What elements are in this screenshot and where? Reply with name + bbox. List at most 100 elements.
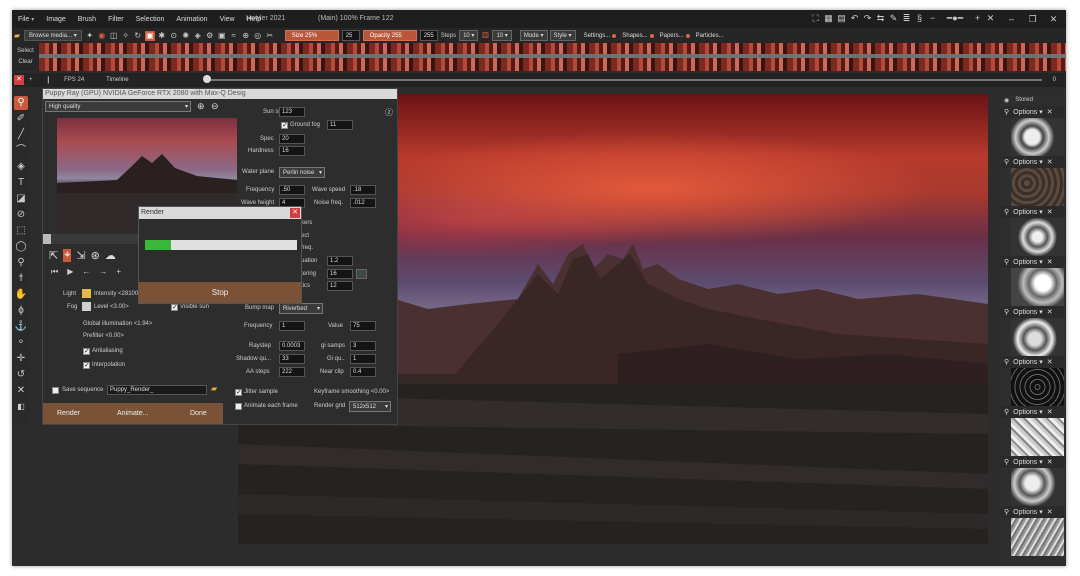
gi-samps-input[interactable]: 3 xyxy=(350,341,376,351)
shapes-button[interactable]: Shapes... xyxy=(622,33,647,39)
plus-icon[interactable]: + xyxy=(972,13,983,24)
frequency-input[interactable]: .50 xyxy=(279,185,305,195)
save-sequence-checkbox[interactable] xyxy=(52,387,59,394)
options-dropdown[interactable]: Options ▾ xyxy=(1013,508,1043,516)
zoom-slider[interactable]: ━●━ xyxy=(940,13,970,24)
opacity-input[interactable]: 255 xyxy=(419,30,438,41)
options-dropdown[interactable]: Options ▾ xyxy=(1013,308,1043,316)
text-tool-icon[interactable]: T xyxy=(14,176,28,190)
ground-fog-checkbox[interactable] xyxy=(281,121,288,129)
onion-icon[interactable]: ┃ xyxy=(47,77,51,84)
menu-image[interactable]: Image xyxy=(40,16,71,23)
lock-icon[interactable]: ◫ xyxy=(109,31,119,41)
options-row[interactable]: ⚲ Options ▾ ✕ xyxy=(1001,106,1066,118)
pin-icon[interactable]: ⚲ xyxy=(1004,108,1009,116)
steps2-dropdown[interactable]: 10 ▾ xyxy=(492,30,512,41)
mode-dropdown[interactable]: Mode ▾ xyxy=(519,30,548,41)
options-dropdown[interactable]: Options ▾ xyxy=(1013,108,1043,116)
shadow-input[interactable]: 33 xyxy=(279,354,305,364)
close-icon[interactable]: ✕ xyxy=(1047,408,1053,416)
color-swatch-icon[interactable]: ◧ xyxy=(14,400,28,414)
curve-tool-icon[interactable]: ⌒ xyxy=(14,144,28,158)
first-frame-icon[interactable]: ⏮ xyxy=(51,267,58,277)
fog-color-swatch[interactable] xyxy=(82,302,91,311)
sequence-name-input[interactable]: Puppy_Render_ xyxy=(107,385,207,395)
hardness-input[interactable]: 16 xyxy=(279,146,305,156)
options-row[interactable]: ⚲ Options ▾ ✕ xyxy=(1001,156,1066,168)
eye-icon[interactable]: ◎ xyxy=(253,31,263,41)
spec-input[interactable]: 20 xyxy=(279,134,305,144)
pin-icon[interactable]: ⚲ xyxy=(1004,158,1009,166)
close-timeline-icon[interactable]: ✕ xyxy=(14,75,24,85)
line-tool-icon[interactable]: ╱ xyxy=(14,128,28,142)
options-row[interactable]: ⚲ Options ▾ ✕ xyxy=(1001,306,1066,318)
animate-each-checkbox[interactable] xyxy=(235,403,242,410)
browse-media-button[interactable]: Browse media... ▾ xyxy=(24,30,82,41)
remove-preset-icon[interactable]: ⊖ xyxy=(211,101,219,112)
particles-button[interactable]: Particles... xyxy=(696,33,724,39)
help-icon[interactable]: ⓩ xyxy=(385,107,393,118)
aa-steps-input[interactable]: 222 xyxy=(279,367,305,377)
value-input[interactable]: 75 xyxy=(350,321,376,331)
camera-cloud-icon[interactable]: ☁ xyxy=(105,249,116,262)
jitter-checkbox[interactable] xyxy=(235,388,242,396)
level-label[interactable]: Level <3.00> xyxy=(94,302,129,312)
options-dropdown[interactable]: Options ▾ xyxy=(1013,408,1043,416)
scroll-thumb[interactable] xyxy=(43,234,51,244)
pin-icon[interactable]: ⚲ xyxy=(1004,258,1009,266)
wave-speed-input[interactable]: .18 xyxy=(350,185,376,195)
size-slider[interactable]: Size 25% xyxy=(284,30,339,41)
sun-icon[interactable]: ✺ xyxy=(181,31,191,41)
grid-icon[interactable]: ▤ xyxy=(836,13,847,24)
crop-icon[interactable]: ⛶ xyxy=(810,13,821,24)
prefilter-label[interactable]: Prefilter <0.00> xyxy=(83,331,124,341)
camera-target-icon[interactable]: ⊛ xyxy=(91,249,100,262)
smudge-tool-icon[interactable]: ϕ xyxy=(14,304,28,318)
bump-map-dropdown[interactable]: Riverbed ▾ xyxy=(279,303,323,314)
hand-tool-icon[interactable]: ✋ xyxy=(14,288,28,302)
gear-icon[interactable]: ⚙ xyxy=(205,31,215,41)
options-row[interactable]: ⚲ Options ▾ ✕ xyxy=(1001,456,1066,468)
fill-tool-icon[interactable]: ◈ xyxy=(14,160,28,174)
add-key-icon[interactable]: + xyxy=(116,267,121,277)
bulb-tool-icon[interactable]: ⚬ xyxy=(14,336,28,350)
stored-thumbnail[interactable] xyxy=(1011,368,1064,406)
picker-tool-icon[interactable]: ϯ xyxy=(14,272,28,286)
pin-icon[interactable]: ⊕ xyxy=(241,31,251,41)
move-tool-icon[interactable]: ✛ xyxy=(14,352,28,366)
star-icon[interactable]: ✧ xyxy=(121,31,131,41)
stored-thumbnail[interactable] xyxy=(1011,168,1064,206)
minus-icon[interactable]: − xyxy=(927,13,938,24)
add-frame-icon[interactable]: + xyxy=(29,77,33,83)
brush-preset-strip[interactable] xyxy=(39,43,1066,71)
scatter-icon[interactable]: ✱ xyxy=(157,31,167,41)
close-icon[interactable]: ✕ xyxy=(1047,508,1053,516)
brush-tool-icon[interactable]: ⚲ xyxy=(14,96,28,110)
dice-icon[interactable]: ⚄ xyxy=(480,31,490,41)
flip-icon[interactable]: ⇆ xyxy=(875,13,886,24)
antialiasing-checkbox[interactable] xyxy=(83,347,90,355)
play-icon[interactable]: ▶ xyxy=(67,267,73,277)
animate-button[interactable]: Animate... xyxy=(117,403,149,424)
options-row[interactable]: ⚲ Options ▾ ✕ xyxy=(1001,506,1066,518)
stored-thumbnail[interactable] xyxy=(1011,518,1064,556)
next-icon[interactable]: → xyxy=(99,267,107,277)
camera-active-icon[interactable]: ⌖ xyxy=(63,249,72,262)
options-dropdown[interactable]: Options ▾ xyxy=(1013,458,1043,466)
options-row[interactable]: ⚲ Options ▾ ✕ xyxy=(1001,356,1066,368)
folder-browse-icon[interactable]: ▰ xyxy=(211,384,217,393)
menu-filter[interactable]: Filter xyxy=(102,16,130,23)
camera-rotate-icon[interactable]: ⇲ xyxy=(76,249,85,262)
wave-icon[interactable]: ≈ xyxy=(229,31,239,41)
menu-selection[interactable]: Selection xyxy=(130,16,171,23)
ellipse-tool-icon[interactable]: ◯ xyxy=(14,240,28,254)
opacity-slider[interactable]: Opacity 255 xyxy=(362,30,417,41)
pen-tool-icon[interactable]: ✐ xyxy=(14,112,28,126)
partial-input-6[interactable]: 12 xyxy=(327,281,353,291)
color-swatch[interactable] xyxy=(356,269,367,279)
tools-icon[interactable]: ✕ xyxy=(985,13,996,24)
rotate-icon[interactable]: ↻ xyxy=(133,31,143,41)
brush-active-icon[interactable]: ▣ xyxy=(144,30,155,41)
pin-icon[interactable]: ⚲ xyxy=(1004,208,1009,216)
timeline-track[interactable] xyxy=(206,79,1042,81)
